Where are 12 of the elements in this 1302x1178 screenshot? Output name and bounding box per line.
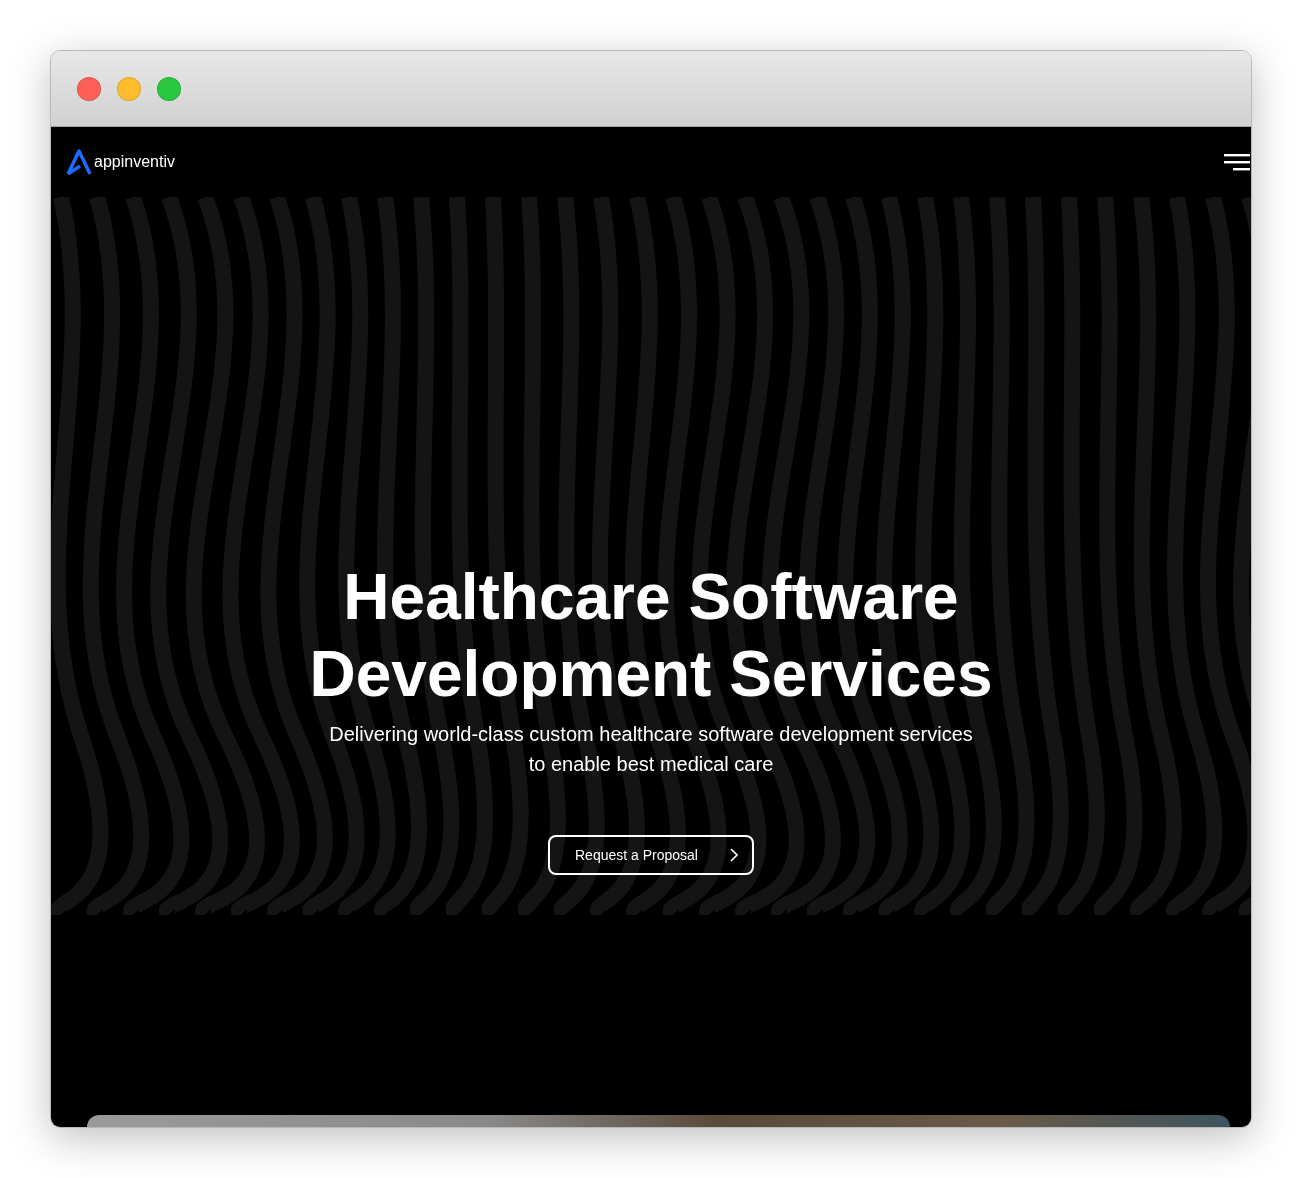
- hero-title: Development Services: [309, 637, 993, 712]
- request-proposal-button[interactable]: Request a Proposal: [548, 835, 754, 875]
- minimize-window-button[interactable]: [117, 76, 141, 101]
- logo-text[interactable]: appinventiv: [94, 153, 175, 171]
- hero-subtitle: to enable best medical care: [528, 752, 774, 777]
- zoom-window-button[interactable]: [157, 76, 181, 101]
- logo-mark-icon: [66, 149, 92, 175]
- close-window-button[interactable]: [77, 76, 101, 101]
- menu-icon[interactable]: [1224, 153, 1250, 171]
- hero-title: Healthcare Software: [343, 560, 959, 635]
- chevron-right-icon: [730, 848, 738, 862]
- hero-subtitle: Delivering world-class custom healthcare software development services: [329, 722, 973, 747]
